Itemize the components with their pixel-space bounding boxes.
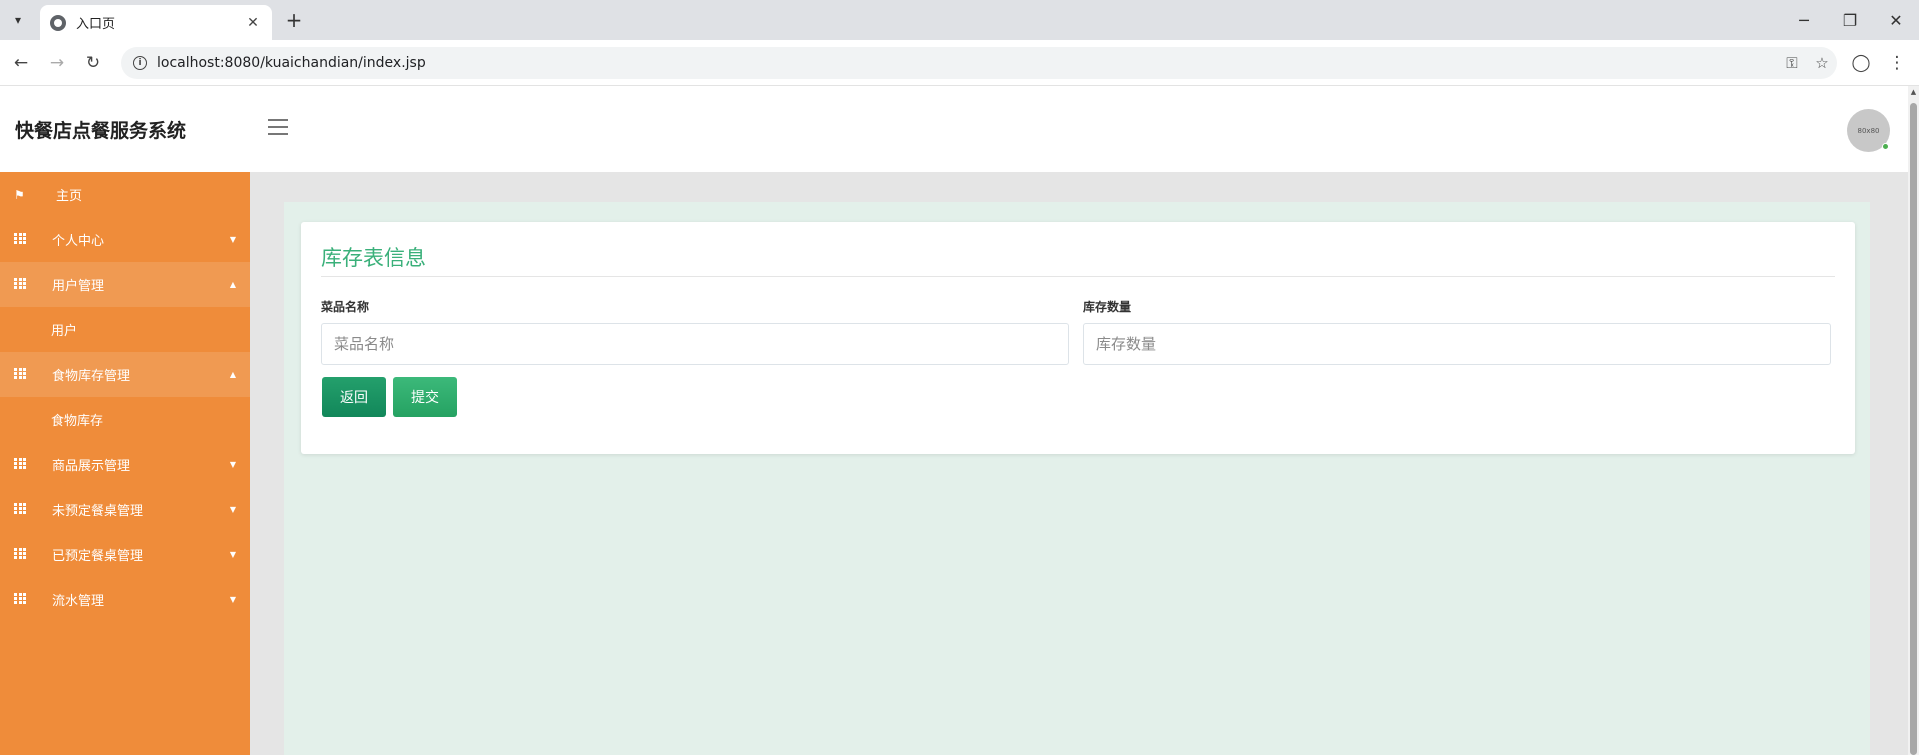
back-button[interactable]: 返回	[322, 377, 386, 417]
grid-icon	[14, 368, 26, 379]
app-header: 快餐店点餐服务系统 80x80	[0, 86, 1908, 172]
tab-search-icon[interactable]: ▾	[6, 8, 30, 32]
app-brand: 快餐店点餐服务系统	[15, 120, 187, 142]
sidebar-item-label: 个人中心	[52, 234, 105, 249]
stock-quantity-label: 库存数量	[1083, 300, 1132, 314]
key-icon[interactable]: ⚿	[1777, 54, 1807, 72]
grid-icon	[14, 278, 26, 289]
sidebar-item-flow-management[interactable]: 流水管理 ▼	[0, 577, 250, 622]
bookmark-star-icon[interactable]: ☆	[1807, 54, 1837, 72]
grid-icon	[14, 503, 26, 514]
omnibox[interactable]: i localhost:8080/kuaichandian/index.jsp …	[121, 47, 1837, 79]
scroll-up-arrow-icon[interactable]: ▲	[1908, 88, 1919, 96]
back-icon[interactable]: ←	[8, 50, 34, 76]
sidebar-item-label: 流水管理	[52, 594, 105, 609]
page: 快餐店点餐服务系统 80x80 ⚑ 主页 个人中心 ▼ 用户管理 ▲ 用户 食物…	[0, 86, 1919, 755]
sidebar-item-label: 主页	[56, 189, 83, 204]
globe-icon	[50, 14, 66, 31]
sidebar-item-user-management[interactable]: 用户管理 ▲	[0, 262, 250, 307]
avatar[interactable]: 80x80	[1847, 109, 1890, 152]
sidebar-item-product-display[interactable]: 商品展示管理 ▼	[0, 442, 250, 487]
sidebar-item-label: 未预定餐桌管理	[52, 504, 144, 519]
page-scrollbar[interactable]: ▲	[1908, 86, 1919, 755]
divider	[321, 276, 1835, 277]
dish-name-input[interactable]	[321, 323, 1069, 365]
caret-up-icon: ▲	[229, 370, 236, 379]
restore-icon[interactable]: ❐	[1836, 6, 1864, 34]
scrollbar-thumb[interactable]	[1910, 103, 1917, 755]
sidebar: ⚑ 主页 个人中心 ▼ 用户管理 ▲ 用户 食物库存管理 ▲ 食物库存 商品展示…	[0, 172, 250, 755]
caret-down-icon: ▼	[229, 235, 236, 244]
online-status-dot	[1882, 143, 1889, 150]
window-close-icon[interactable]: ✕	[1882, 6, 1910, 34]
flag-icon: ⚑	[14, 187, 25, 202]
url-text[interactable]: localhost:8080/kuaichandian/index.jsp	[157, 55, 1777, 71]
dish-name-label: 菜品名称	[321, 300, 370, 314]
site-info-icon[interactable]: i	[133, 56, 147, 70]
sidebar-item-home[interactable]: ⚑ 主页	[0, 172, 250, 217]
profile-icon[interactable]: ◯	[1848, 50, 1874, 76]
sidebar-subitem-food-stock[interactable]: 食物库存	[0, 397, 250, 442]
reload-icon[interactable]: ↻	[80, 50, 106, 76]
sidebar-item-label: 已预定餐桌管理	[52, 549, 144, 564]
browser-tab[interactable]: 入口页 ✕	[40, 5, 272, 40]
stock-form-card: 库存表信息 菜品名称 库存数量 返回 提交	[301, 222, 1855, 454]
forward-icon[interactable]: →	[44, 50, 70, 76]
sidebar-subitem-user[interactable]: 用户	[0, 307, 250, 352]
sidebar-item-label: 用户管理	[52, 279, 105, 294]
caret-down-icon: ▼	[229, 550, 236, 559]
caret-up-icon: ▲	[229, 280, 236, 289]
sidebar-item-label: 商品展示管理	[52, 459, 131, 474]
caret-down-icon: ▼	[229, 505, 236, 514]
hamburger-menu-icon[interactable]	[268, 119, 288, 135]
sidebar-item-label: 食物库存管理	[52, 369, 131, 384]
grid-icon	[14, 548, 26, 559]
caret-down-icon: ▼	[229, 460, 236, 469]
grid-icon	[14, 593, 26, 604]
tab-title: 入口页	[76, 17, 116, 32]
minimize-icon[interactable]: ─	[1790, 6, 1818, 34]
new-tab-icon[interactable]: +	[282, 8, 306, 32]
sidebar-item-unreserved-tables[interactable]: 未预定餐桌管理 ▼	[0, 487, 250, 532]
browser-tab-bar: ▾ 入口页 ✕ + ─ ❐ ✕	[0, 0, 1919, 40]
stock-quantity-input[interactable]	[1083, 323, 1831, 365]
grid-icon	[14, 458, 26, 469]
address-bar: ← → ↻ i localhost:8080/kuaichandian/inde…	[0, 40, 1919, 86]
submit-button[interactable]: 提交	[393, 377, 457, 417]
sidebar-item-personal-center[interactable]: 个人中心 ▼	[0, 217, 250, 262]
sidebar-item-reserved-tables[interactable]: 已预定餐桌管理 ▼	[0, 532, 250, 577]
form-title: 库存表信息	[321, 246, 426, 270]
browser-menu-icon[interactable]: ⋮	[1884, 50, 1910, 76]
avatar-placeholder-text: 80x80	[1857, 126, 1880, 135]
close-tab-icon[interactable]: ✕	[244, 15, 262, 31]
sidebar-item-food-stock-management[interactable]: 食物库存管理 ▲	[0, 352, 250, 397]
grid-icon	[14, 233, 26, 244]
caret-down-icon: ▼	[229, 595, 236, 604]
